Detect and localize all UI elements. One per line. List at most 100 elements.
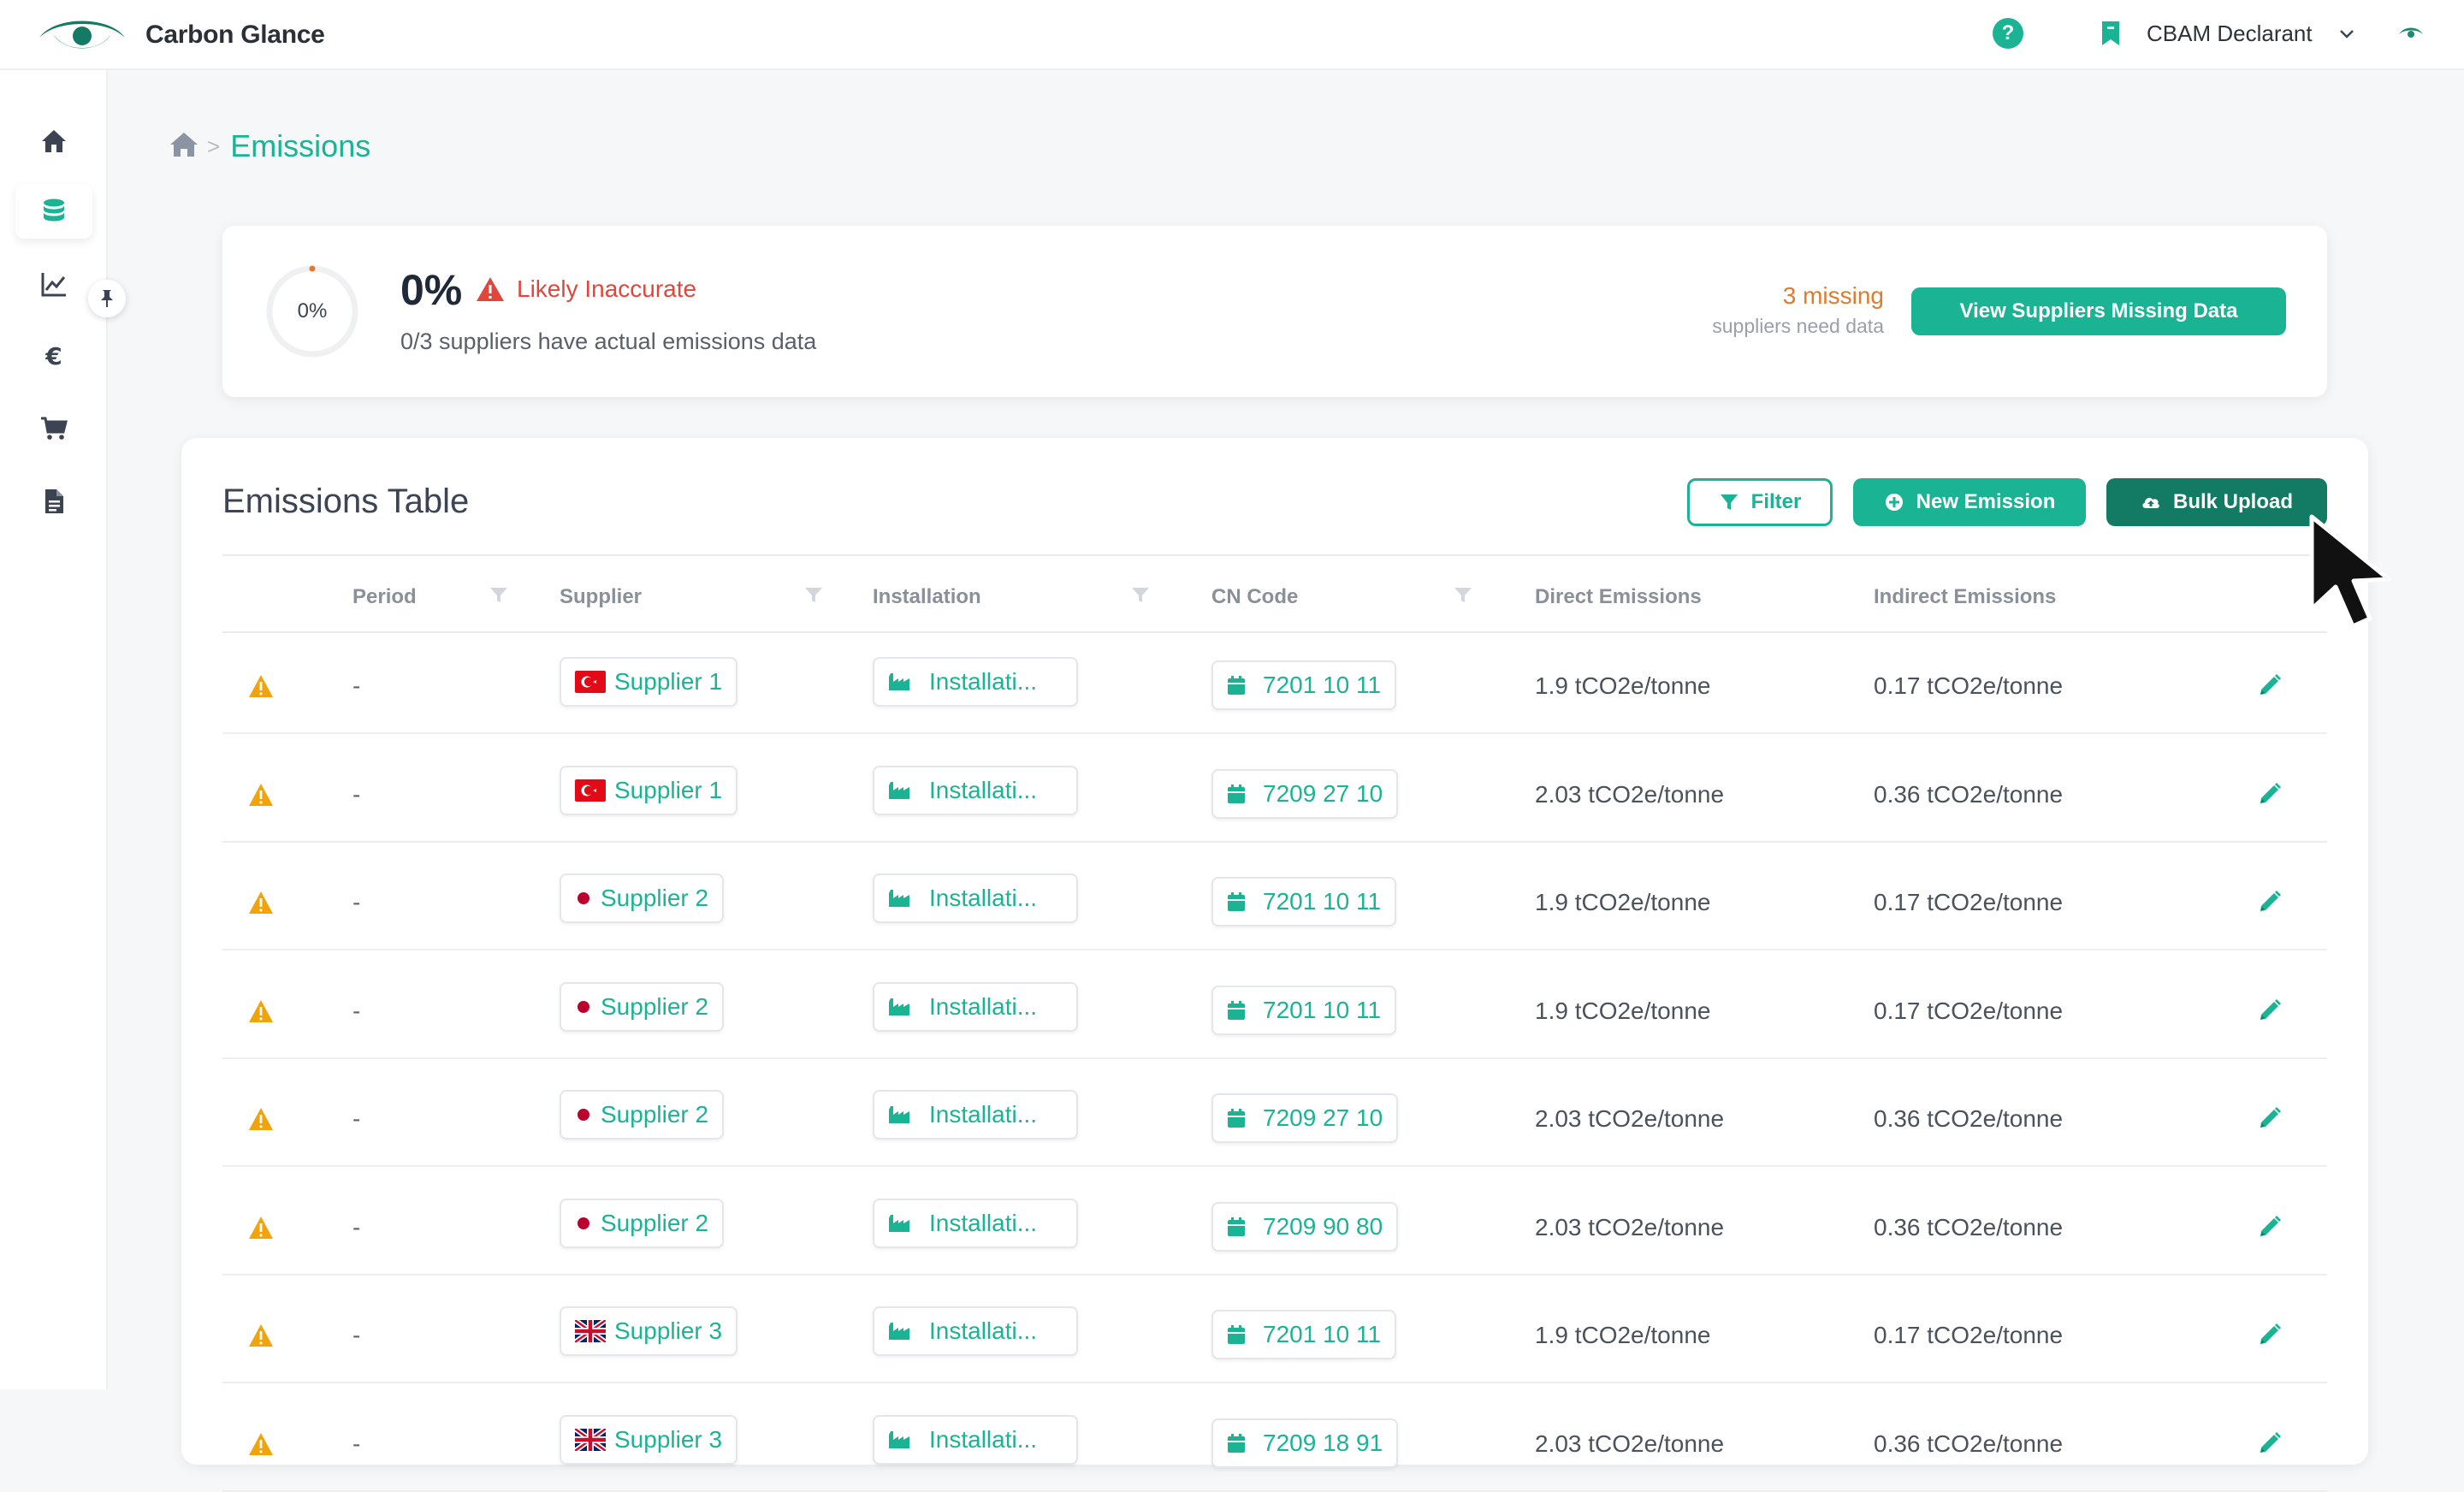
sidebar-item-reports[interactable] — [15, 474, 92, 529]
cn-code: 7209 27 10 — [1263, 779, 1383, 807]
logo-icon[interactable] — [36, 12, 128, 60]
edit-pencil-icon[interactable] — [2257, 889, 2283, 915]
cn-code-chip[interactable]: 7201 10 11 — [1211, 877, 1397, 927]
supplier-chip[interactable]: Supplier 1 — [560, 657, 738, 707]
table-row[interactable]: - Supplier 1 Installati... 7201 10 11 1.9 tC… — [222, 635, 2327, 734]
role-selector[interactable]: CBAM Declarant — [2147, 21, 2313, 47]
cell-period: - — [352, 997, 361, 1024]
cell-direct-emissions: 1.9 tCO2e/tonne — [1535, 672, 1711, 699]
cn-code: 7209 18 91 — [1263, 1429, 1383, 1456]
cn-code-chip[interactable]: 7209 18 91 — [1211, 1418, 1399, 1468]
cn-code-chip[interactable]: 7209 27 10 — [1211, 768, 1399, 819]
column-header-installation[interactable]: Installation — [873, 585, 981, 609]
table-row[interactable]: - Supplier 2 Installati... 7209 27 10 2.03 t… — [222, 1068, 2327, 1167]
column-filter-icon[interactable] — [1454, 587, 1472, 604]
installation-chip[interactable]: Installati... — [873, 765, 1078, 815]
chevron-down-icon[interactable] — [2337, 24, 2356, 43]
installation-name: Installati... — [929, 885, 1038, 911]
installation-chip[interactable]: Installati... — [873, 981, 1078, 1032]
table-row[interactable]: - Supplier 3 Installati... 7201 10 11 1.9 tC… — [222, 1284, 2327, 1383]
column-filter-icon[interactable] — [489, 587, 508, 604]
installation-name: Installati... — [929, 1101, 1038, 1128]
column-filter-icon[interactable] — [804, 587, 823, 604]
eye-icon[interactable] — [2397, 24, 2425, 41]
cn-code-chip[interactable]: 7209 27 10 — [1211, 1093, 1399, 1143]
sidebar-item-finance[interactable]: € — [15, 329, 92, 383]
installation-chip[interactable]: Installati... — [873, 1198, 1078, 1248]
cell-direct-emissions: 1.9 tCO2e/tonne — [1535, 1322, 1711, 1348]
warning-icon — [249, 1108, 273, 1130]
factory-icon — [889, 673, 909, 690]
column-header-cn-code[interactable]: CN Code — [1211, 585, 1298, 609]
warning-icon — [249, 999, 273, 1022]
cell-period: - — [352, 672, 361, 699]
column-header-supplier[interactable]: Supplier — [560, 585, 642, 609]
column-header-period[interactable]: Period — [352, 585, 417, 609]
edit-pencil-icon[interactable] — [2257, 672, 2283, 698]
edit-pencil-icon[interactable] — [2257, 1214, 2283, 1240]
help-icon[interactable]: ? — [1993, 18, 2023, 49]
edit-pencil-icon[interactable] — [2257, 998, 2283, 1023]
installation-name: Installati... — [929, 992, 1038, 1020]
cell-indirect-emissions: 0.36 tCO2e/tonne — [1874, 1105, 2064, 1132]
cn-code-chip[interactable]: 7201 10 11 — [1211, 1310, 1397, 1359]
supplier-chip[interactable]: Supplier 1 — [560, 765, 738, 815]
edit-pencil-icon[interactable] — [2257, 781, 2283, 807]
column-header-indirect-emissions[interactable]: Indirect Emissions — [1874, 585, 2056, 609]
table-row[interactable]: - Supplier 2 Installati... 7201 10 11 1.9 tC… — [222, 960, 2327, 1059]
bulk-upload-button[interactable]: Bulk Upload — [2106, 478, 2327, 526]
sidebar-item-emissions[interactable] — [15, 184, 92, 239]
supplier-chip[interactable]: Supplier 3 — [560, 1414, 738, 1465]
calendar-icon — [1228, 1000, 1245, 1020]
installation-chip[interactable]: Installati... — [873, 1306, 1078, 1356]
supplier-chip[interactable]: Supplier 2 — [560, 1198, 725, 1248]
sidebar-item-home[interactable] — [15, 114, 92, 169]
view-suppliers-missing-data-button[interactable]: View Suppliers Missing Data — [1911, 287, 2286, 335]
sidebar: € — [0, 70, 126, 1389]
cn-code-chip[interactable]: 7209 90 80 — [1211, 1201, 1399, 1252]
cn-code-chip[interactable]: 7201 10 11 — [1211, 985, 1397, 1035]
supplier-chip[interactable]: Supplier 2 — [560, 873, 725, 923]
installation-chip[interactable]: Installati... — [873, 1414, 1078, 1465]
edit-pencil-icon[interactable] — [2257, 1105, 2283, 1131]
breadcrumb-home[interactable] — [168, 130, 200, 163]
column-filter-icon[interactable] — [1131, 587, 1150, 604]
installation-name: Installati... — [929, 1209, 1038, 1236]
table-title: Emissions Table — [222, 483, 470, 520]
cloud-upload-icon — [2142, 497, 2159, 508]
factory-icon — [889, 1323, 909, 1340]
factory-icon — [889, 1106, 909, 1123]
sidebar-item-analytics[interactable] — [15, 257, 92, 311]
supplier-chip[interactable]: Supplier 2 — [560, 981, 725, 1032]
supplier-name: Supplier 2 — [601, 992, 709, 1020]
edit-pencil-icon[interactable] — [2257, 1430, 2283, 1456]
cart-icon — [41, 417, 68, 440]
filter-button-label: Filter — [1750, 490, 1802, 513]
bookmark-icon — [2102, 21, 2119, 45]
sidebar-item-purchases[interactable] — [15, 401, 92, 456]
supplier-chip[interactable]: Supplier 2 — [560, 1090, 725, 1140]
edit-pencil-icon[interactable] — [2257, 1322, 2283, 1347]
top-bar: Carbon Glance ? CBAM Declarant — [0, 0, 2464, 70]
cn-code-chip[interactable]: 7201 10 11 — [1211, 660, 1397, 710]
table-row[interactable]: - Supplier 2 Installati... 7201 10 11 1.9 tC… — [222, 851, 2327, 950]
table-row[interactable]: - Supplier 2 Installati... 7209 90 80 2.03 t… — [222, 1176, 2327, 1276]
installation-chip[interactable]: Installati... — [873, 657, 1078, 707]
factory-icon — [889, 781, 909, 799]
installation-chip[interactable]: Installati... — [873, 1090, 1078, 1140]
pin-sidebar-button[interactable] — [88, 280, 126, 317]
supplier-chip[interactable]: Supplier 3 — [560, 1306, 738, 1356]
home-icon — [42, 130, 66, 152]
calendar-icon — [1228, 892, 1245, 911]
cell-period: - — [352, 889, 361, 915]
table-row[interactable]: - Supplier 3 Installati... 7209 18 91 2.03 t… — [222, 1393, 2327, 1492]
column-header-direct-emissions[interactable]: Direct Emissions — [1535, 585, 1702, 609]
new-emission-button[interactable]: New Emission — [1853, 478, 2086, 526]
cn-code: 7201 10 11 — [1263, 672, 1382, 698]
warning-icon — [249, 1432, 273, 1455]
progress-ring-label: 0% — [297, 299, 328, 323]
installation-chip[interactable]: Installati... — [873, 873, 1078, 923]
factory-icon — [889, 890, 909, 907]
table-row[interactable]: - Supplier 1 Installati... 7209 27 10 2.03 t… — [222, 743, 2327, 843]
filter-button[interactable]: Filter — [1687, 478, 1833, 526]
